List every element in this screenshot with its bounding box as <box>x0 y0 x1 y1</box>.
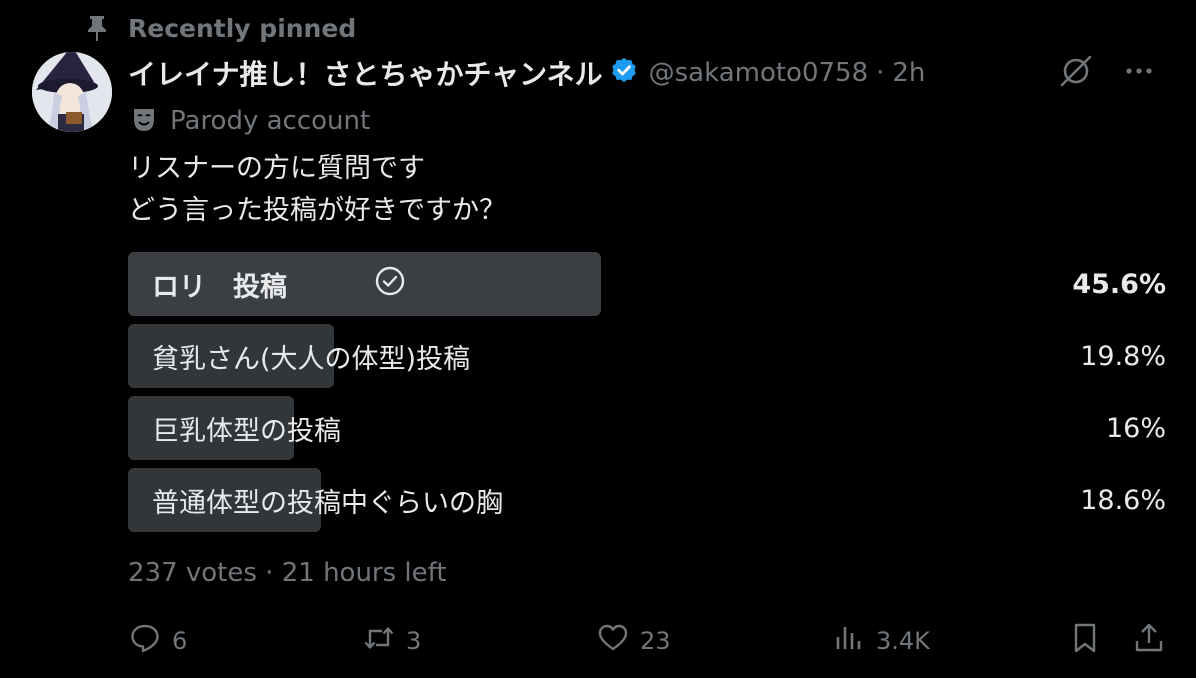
like-button[interactable]: 23 <box>596 618 671 664</box>
bookmark-button[interactable] <box>1068 618 1102 664</box>
analytics-icon <box>832 621 876 661</box>
post-text-line: どう言った投稿が好きですか？ <box>128 195 506 226</box>
repost-button[interactable]: 3 <box>362 618 421 664</box>
post-text-line: リスナーの方に質問です <box>128 153 425 184</box>
heart-icon <box>596 621 640 661</box>
poll-option[interactable]: 巨乳体型の投稿 16% <box>128 396 1166 460</box>
verified-badge-icon[interactable] <box>603 56 649 90</box>
views-button[interactable]: 3.4K <box>832 618 930 664</box>
share-button[interactable] <box>1132 618 1166 664</box>
repost-icon <box>362 621 406 661</box>
post-header: イレイナ推し！さとちゃかチャンネル @sakamoto0758 · 2h <box>128 52 1156 94</box>
poll-option[interactable]: 普通体型の投稿中ぐらいの胸 18.6% <box>128 468 1166 532</box>
pin-icon <box>84 12 110 44</box>
poll: ロリ 投稿 45.6% 貧乳さん(大人の体型)投稿 19.8% 巨乳体型の投稿 … <box>128 252 1166 540</box>
poll-option-label: ロリ 投稿 <box>152 234 406 335</box>
post-text: リスナーの方に質問です どう言った投稿が好きですか？ <box>128 148 506 232</box>
poll-option-label: 普通体型の投稿中ぐらいの胸 <box>152 487 503 519</box>
pinned-indicator: Recently pinned <box>84 12 356 44</box>
poll-option-label: 巨乳体型の投稿 <box>152 415 341 447</box>
bookmark-icon <box>1068 621 1102 661</box>
poll-option[interactable]: ロリ 投稿 45.6% <box>128 252 1166 316</box>
reply-button[interactable]: 6 <box>128 618 187 664</box>
parody-label: Parody account <box>170 106 371 136</box>
poll-option-percent: 45.6% <box>1072 268 1166 300</box>
reply-icon <box>128 621 172 661</box>
grok-icon[interactable] <box>1058 53 1122 93</box>
reply-count: 6 <box>172 627 188 655</box>
repost-count: 3 <box>406 627 422 655</box>
like-count: 23 <box>640 627 671 655</box>
views-count: 3.4K <box>876 627 930 655</box>
author-handle[interactable]: @sakamoto0758 <box>649 58 869 88</box>
check-circle-icon <box>287 234 406 335</box>
pinned-label: Recently pinned <box>128 13 357 43</box>
post-time[interactable]: 2h <box>892 58 925 88</box>
avatar[interactable] <box>32 52 112 132</box>
action-bar: 6 3 23 3.4K <box>128 618 1166 664</box>
poll-option[interactable]: 貧乳さん(大人の体型)投稿 19.8% <box>128 324 1166 388</box>
poll-option-label: 貧乳さん(大人の体型)投稿 <box>152 343 471 375</box>
poll-option-percent: 18.6% <box>1080 484 1166 516</box>
poll-option-text: ロリ 投稿 <box>152 271 287 303</box>
theater-mask-icon <box>130 105 170 137</box>
display-name[interactable]: イレイナ推し！さとちゃかチャンネル <box>128 53 603 93</box>
poll-meta: 237 votes · 21 hours left <box>128 558 447 588</box>
share-icon <box>1132 621 1166 661</box>
poll-option-percent: 19.8% <box>1080 340 1166 372</box>
more-options-icon[interactable] <box>1122 54 1156 92</box>
parody-badge: Parody account <box>130 104 370 138</box>
separator-dot: · <box>876 58 885 88</box>
poll-option-percent: 16% <box>1105 412 1166 444</box>
